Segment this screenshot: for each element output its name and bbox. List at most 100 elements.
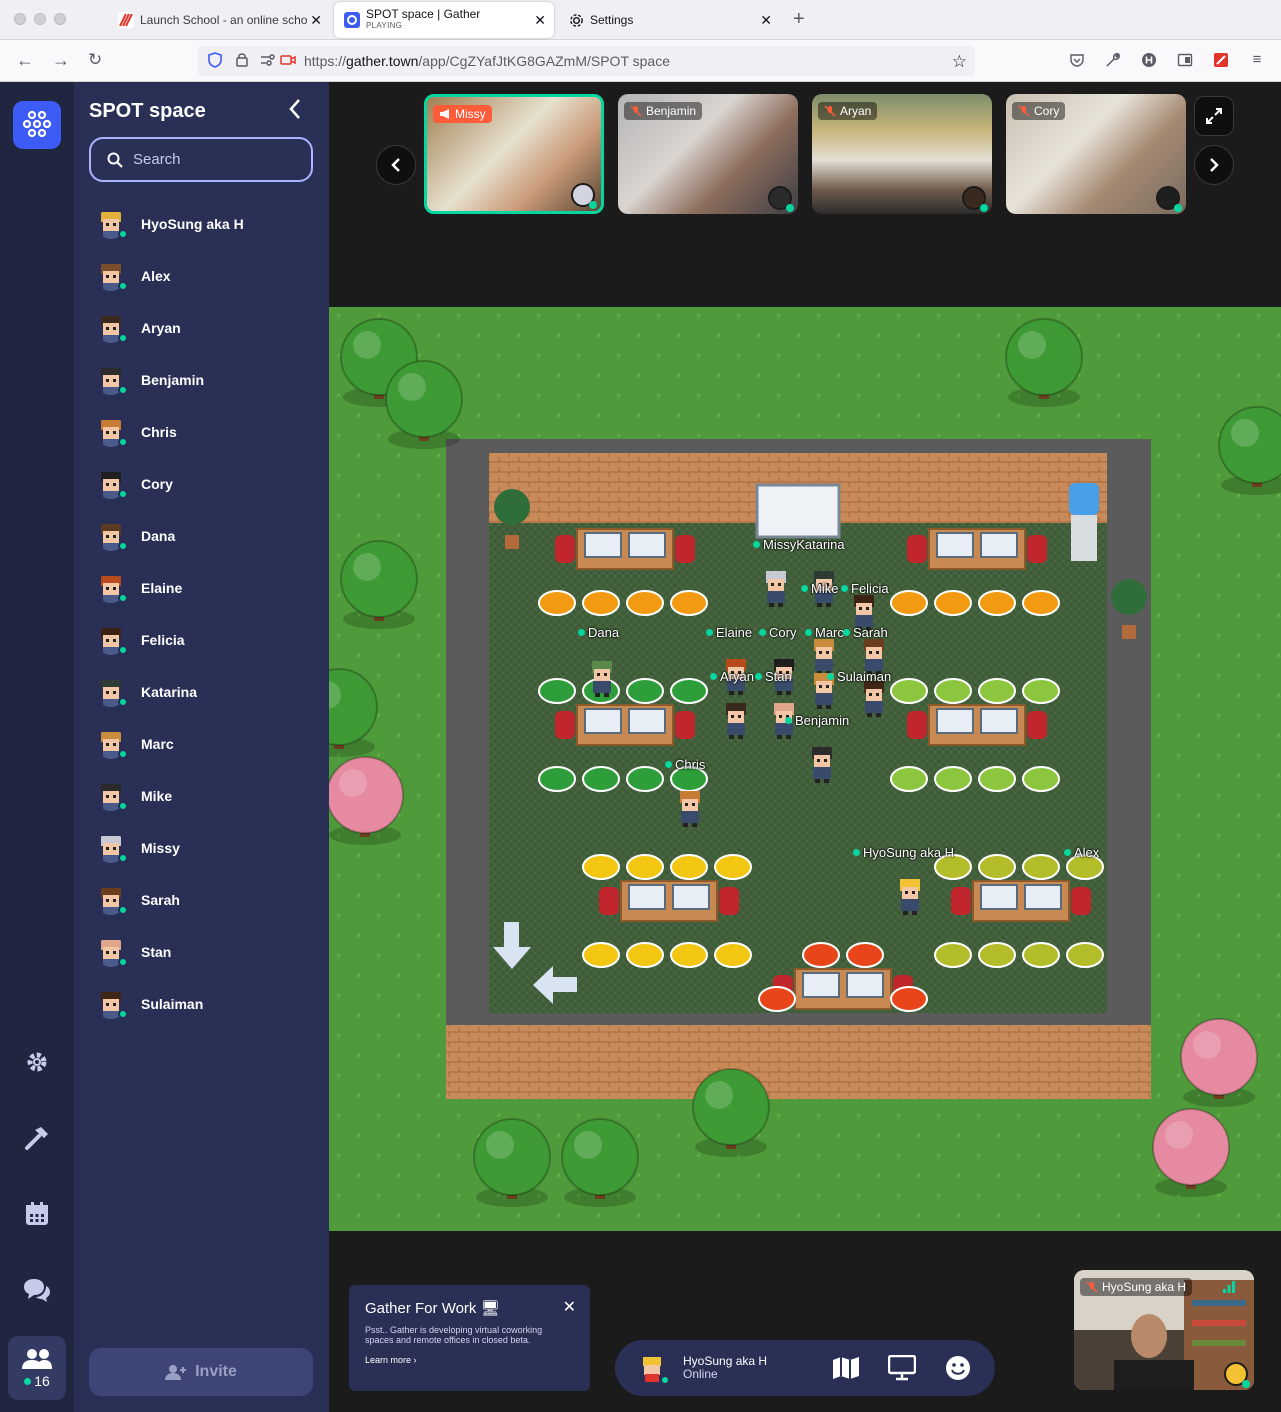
- window-zoom-dot[interactable]: [54, 13, 66, 25]
- tab-launch-school[interactable]: Launch School - an online scho ✕: [108, 2, 330, 38]
- seat[interactable]: [978, 590, 1016, 616]
- seat[interactable]: [978, 766, 1016, 792]
- invite-button[interactable]: Invite: [89, 1348, 313, 1396]
- window-close-dot[interactable]: [14, 13, 26, 25]
- video-tile-cory[interactable]: Cory: [1006, 94, 1186, 214]
- close-icon[interactable]: ✕: [310, 12, 322, 29]
- close-icon[interactable]: ✕: [534, 12, 546, 29]
- wrench-icon[interactable]: [1105, 52, 1121, 68]
- seat[interactable]: [1022, 678, 1060, 704]
- settings-gear-icon[interactable]: [21, 1046, 53, 1078]
- seat[interactable]: [978, 678, 1016, 704]
- forward-icon[interactable]: →: [52, 50, 70, 71]
- seat[interactable]: [890, 590, 928, 616]
- seat[interactable]: [670, 678, 708, 704]
- participant-item[interactable]: Elaine: [96, 562, 316, 614]
- avatar[interactable]: [637, 1353, 670, 1385]
- participant-item[interactable]: Marc: [96, 718, 316, 770]
- seat[interactable]: [626, 678, 664, 704]
- camera-sharing-icon[interactable]: [280, 53, 298, 69]
- video-tile-benjamin[interactable]: Benjamin: [618, 94, 798, 214]
- participant-item[interactable]: Sulaiman: [96, 978, 316, 1030]
- video-prev-button[interactable]: [376, 145, 416, 185]
- seat[interactable]: [890, 986, 928, 1012]
- close-icon[interactable]: ✕: [760, 12, 772, 29]
- participant-item[interactable]: Mike: [96, 770, 316, 822]
- search-input[interactable]: [133, 151, 293, 168]
- learn-more-link[interactable]: Learn more ›: [365, 1355, 417, 1365]
- seat[interactable]: [582, 942, 620, 968]
- seat[interactable]: [714, 854, 752, 880]
- emoji-icon[interactable]: [943, 1353, 973, 1383]
- extension-h-icon[interactable]: [1141, 52, 1157, 68]
- seat[interactable]: [714, 942, 752, 968]
- seat[interactable]: [934, 678, 972, 704]
- seat[interactable]: [582, 854, 620, 880]
- seat[interactable]: [626, 942, 664, 968]
- video-next-button[interactable]: [1194, 145, 1234, 185]
- seat[interactable]: [670, 854, 708, 880]
- seat[interactable]: [670, 590, 708, 616]
- seat[interactable]: [934, 590, 972, 616]
- avatar-sprite[interactable]: [675, 789, 705, 827]
- tab-gather[interactable]: SPOT space | Gather PLAYING ✕: [334, 2, 554, 38]
- seat[interactable]: [890, 678, 928, 704]
- seat[interactable]: [890, 766, 928, 792]
- avatar-sprite[interactable]: [587, 659, 617, 697]
- participant-item[interactable]: Aryan: [96, 302, 316, 354]
- back-icon[interactable]: ←: [16, 50, 34, 71]
- seat[interactable]: [582, 590, 620, 616]
- seat[interactable]: [934, 942, 972, 968]
- participant-item[interactable]: HyoSung aka H: [96, 198, 316, 250]
- video-tile-missy[interactable]: Missy: [424, 94, 604, 214]
- seat[interactable]: [802, 942, 840, 968]
- seat[interactable]: [582, 766, 620, 792]
- menu-icon[interactable]: ≡: [1249, 52, 1265, 68]
- url-bar[interactable]: https://gather.town/app/CgZYafJtKG8GAZmM…: [198, 46, 975, 76]
- gather-logo-icon[interactable]: [13, 101, 61, 149]
- tab-settings[interactable]: Settings ✕: [558, 2, 780, 38]
- avatar-sprite[interactable]: [859, 679, 889, 717]
- participant-item[interactable]: Chris: [96, 406, 316, 458]
- avatar-sprite[interactable]: [761, 569, 791, 607]
- reload-icon[interactable]: ↻: [88, 50, 102, 70]
- seat[interactable]: [538, 766, 576, 792]
- seat[interactable]: [934, 766, 972, 792]
- seat[interactable]: [978, 854, 1016, 880]
- seat[interactable]: [626, 590, 664, 616]
- search-box[interactable]: [89, 137, 313, 182]
- participant-item[interactable]: Katarina: [96, 666, 316, 718]
- reader-icon[interactable]: [1177, 52, 1193, 68]
- calendar-icon[interactable]: [21, 1198, 53, 1230]
- extension-red-icon[interactable]: [1213, 52, 1229, 68]
- participant-item[interactable]: Benjamin: [96, 354, 316, 406]
- map-icon[interactable]: [831, 1353, 861, 1383]
- window-minimize-dot[interactable]: [34, 13, 46, 25]
- chat-bubbles-icon[interactable]: [21, 1274, 53, 1306]
- permissions-icon[interactable]: [260, 53, 276, 69]
- seat[interactable]: [1022, 942, 1060, 968]
- pocket-icon[interactable]: [1069, 52, 1085, 68]
- participant-item[interactable]: Missy: [96, 822, 316, 874]
- participant-item[interactable]: Stan: [96, 926, 316, 978]
- seat[interactable]: [978, 942, 1016, 968]
- participant-item[interactable]: Sarah: [96, 874, 316, 926]
- self-video-tile[interactable]: HyoSung aka H: [1074, 1270, 1254, 1390]
- video-tile-aryan[interactable]: Aryan: [812, 94, 992, 214]
- avatar-sprite[interactable]: [807, 745, 837, 783]
- collapse-chevron-icon[interactable]: [288, 98, 302, 127]
- build-hammer-icon[interactable]: [21, 1122, 53, 1154]
- new-tab-icon[interactable]: +: [793, 8, 805, 31]
- seat[interactable]: [846, 942, 884, 968]
- seat[interactable]: [626, 854, 664, 880]
- close-icon[interactable]: ✕: [563, 1297, 576, 1317]
- seat[interactable]: [758, 986, 796, 1012]
- expand-video-button[interactable]: [1194, 96, 1234, 136]
- seat[interactable]: [626, 766, 664, 792]
- participant-item[interactable]: Felicia: [96, 614, 316, 666]
- participant-item[interactable]: Dana: [96, 510, 316, 562]
- seat[interactable]: [1066, 942, 1104, 968]
- participants-button[interactable]: 16: [8, 1336, 66, 1400]
- avatar-sprite[interactable]: [721, 701, 751, 739]
- seat[interactable]: [1022, 854, 1060, 880]
